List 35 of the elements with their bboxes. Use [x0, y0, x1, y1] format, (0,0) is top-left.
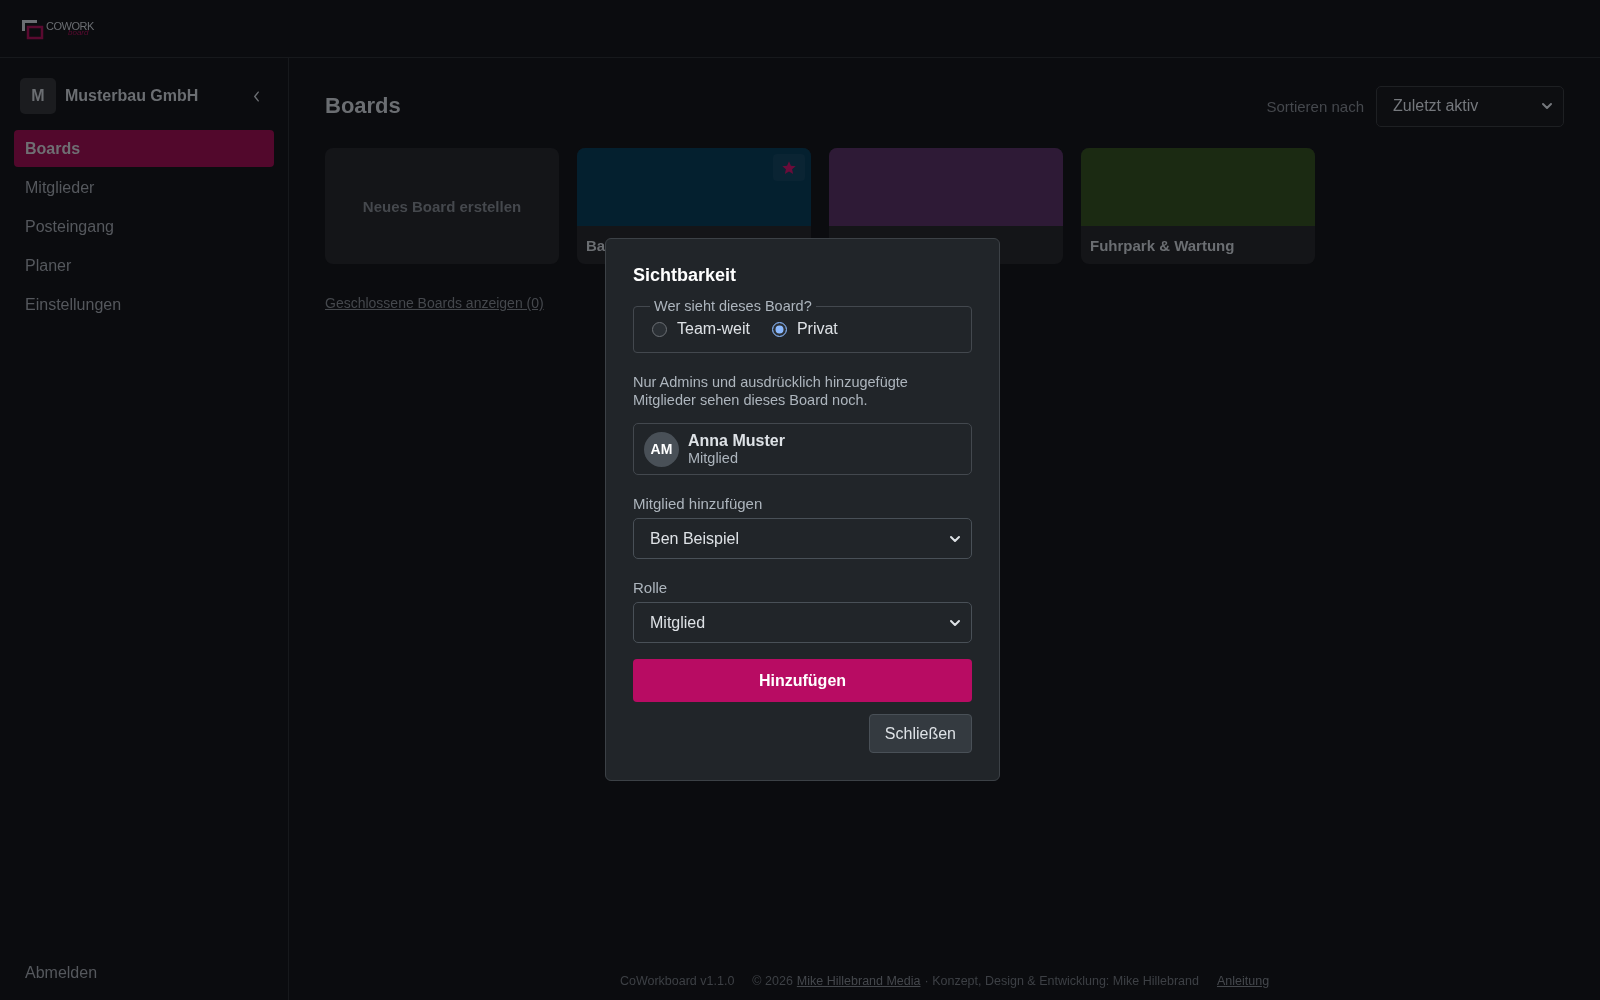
board-title: Fuhrpark & Wartung — [1090, 236, 1235, 254]
page-title: Boards — [325, 93, 401, 119]
radio-button[interactable] — [771, 321, 787, 337]
logo-icon — [20, 17, 44, 40]
close-button[interactable]: Schließen — [868, 714, 972, 753]
board-card[interactable]: Fuhrpark & Wartung — [1081, 148, 1315, 264]
guide-link[interactable]: Anleitung — [1216, 974, 1270, 988]
company-link[interactable]: Mike Hillebrand Media — [796, 974, 921, 988]
member-avatar: AM — [644, 431, 679, 467]
workspace-name: Musterbau GmbH — [65, 87, 200, 105]
add-button[interactable]: Hinzufügen — [633, 659, 972, 702]
field-label: Rolle — [633, 579, 669, 596]
radio-button[interactable] — [652, 321, 667, 337]
sidebar-item[interactable]: Einstellungen — [14, 286, 274, 323]
sort-label: Sortieren nach — [1266, 97, 1364, 115]
workspace-avatar: M — [20, 78, 56, 114]
radio-label: Privat — [796, 320, 838, 338]
chevron-down-icon — [1541, 100, 1553, 112]
sidebar-item[interactable]: Planer — [14, 247, 274, 284]
radio-label: Team-weit — [677, 320, 750, 338]
member-select[interactable]: Ben Beispiel — [633, 518, 972, 559]
dialog-title: Sichtbarkeit — [633, 265, 738, 286]
sidebar-item[interactable]: Mitglieder — [14, 169, 274, 206]
sidebar-item[interactable]: Posteingang — [14, 208, 274, 245]
role-select[interactable]: Mitglied — [633, 602, 972, 643]
info-text: Nur Admins und ausdrücklich hinzugefügte Mitglieder sehen dieses Board noch. — [633, 373, 909, 409]
member-role: Mitglied — [688, 450, 739, 466]
field-label: Mitglied hinzufügen — [633, 495, 764, 512]
sort-select[interactable]: Zuletzt aktiv — [1376, 85, 1564, 127]
board-title: Ba — [586, 236, 606, 254]
logout-link[interactable]: Abmelden — [14, 964, 274, 982]
member-name: Anna Muster — [688, 432, 785, 450]
group-legend: Wer sieht dieses Board? — [650, 298, 816, 314]
closed-boards-link[interactable]: Geschlossene Boards anzeigen (0) — [325, 295, 544, 311]
sidebar-item[interactable]: Boards — [14, 130, 274, 167]
